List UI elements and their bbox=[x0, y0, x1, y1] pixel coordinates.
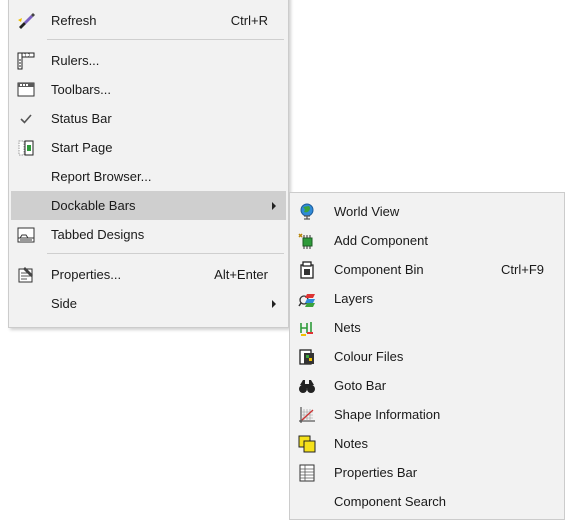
colour-files-icon bbox=[299, 349, 314, 365]
submenu-item-label: Goto Bar bbox=[334, 378, 387, 393]
view-menu: Refresh Ctrl+R 1 2 Rulers... Toolbars...… bbox=[8, 0, 289, 328]
properties-icon bbox=[18, 267, 33, 283]
menu-item-label: Dockable Bars bbox=[51, 198, 136, 213]
tabbed-designs-icon bbox=[17, 227, 35, 243]
shape-information-icon bbox=[299, 407, 315, 423]
submenu-arrow-icon bbox=[272, 300, 276, 308]
submenu-item-add-component[interactable]: Add Component bbox=[292, 226, 562, 255]
menu-separator bbox=[47, 39, 284, 40]
submenu-item-label: Colour Files bbox=[334, 349, 404, 364]
menu-item-side[interactable]: Side bbox=[11, 289, 286, 318]
menu-item-report-browser[interactable]: Report Browser... bbox=[11, 162, 286, 191]
submenu-item-properties-bar[interactable]: Properties Bar bbox=[292, 458, 562, 487]
layers-icon bbox=[298, 294, 315, 307]
submenu-item-label: Shape Information bbox=[334, 407, 441, 422]
menu-item-rulers[interactable]: 1 2 Rulers... bbox=[11, 46, 286, 75]
nets-icon bbox=[300, 322, 313, 336]
toolbars-icon bbox=[17, 82, 35, 97]
submenu-item-notes[interactable]: Notes bbox=[292, 429, 562, 458]
menu-item-label: Side bbox=[51, 296, 78, 311]
add-component-icon bbox=[298, 233, 313, 249]
submenu-item-label: Add Component bbox=[334, 233, 428, 248]
submenu-item-component-search[interactable]: Component Search bbox=[292, 487, 562, 516]
menu-item-status-bar[interactable]: Status Bar bbox=[11, 104, 286, 133]
menu-item-label: Status Bar bbox=[51, 111, 112, 126]
notes-icon bbox=[298, 435, 316, 453]
dockable-bars-submenu: World View Add Component Component Bin C… bbox=[289, 192, 565, 520]
submenu-item-colour-files[interactable]: Colour Files bbox=[292, 342, 562, 371]
menu-item-start-page[interactable]: Start Page bbox=[11, 133, 286, 162]
svg-text:1 2: 1 2 bbox=[24, 53, 31, 58]
refresh-brush-icon bbox=[18, 13, 35, 29]
menu-item-label: Rulers... bbox=[51, 53, 100, 68]
menu-item-label: Refresh bbox=[51, 13, 97, 28]
submenu-item-label: Layers bbox=[334, 291, 374, 306]
menu-item-properties[interactable]: Properties... Alt+Enter bbox=[11, 260, 286, 289]
submenu-item-shape-information[interactable]: Shape Information bbox=[292, 400, 562, 429]
submenu-arrow-icon bbox=[272, 202, 276, 210]
submenu-item-label: Nets bbox=[334, 320, 361, 335]
menu-item-label: Start Page bbox=[51, 140, 113, 155]
submenu-item-label: Properties Bar bbox=[334, 465, 418, 480]
menu-item-tabbed-designs[interactable]: Tabbed Designs bbox=[11, 220, 286, 249]
submenu-item-label: Notes bbox=[334, 436, 368, 451]
submenu-item-world-view[interactable]: World View bbox=[292, 197, 562, 226]
menu-separator bbox=[47, 253, 284, 254]
menu-item-shortcut: Ctrl+R bbox=[230, 13, 268, 28]
component-bin-icon bbox=[300, 261, 314, 279]
submenu-item-label: Component Bin bbox=[334, 262, 424, 277]
menu-item-label: Toolbars... bbox=[51, 82, 111, 97]
rulers-icon: 1 2 bbox=[17, 52, 35, 70]
menu-item-label: Properties... bbox=[51, 267, 122, 282]
menu-item-toolbars[interactable]: Toolbars... bbox=[11, 75, 286, 104]
submenu-item-component-bin[interactable]: Component Bin Ctrl+F9 bbox=[292, 255, 562, 284]
start-page-icon bbox=[18, 140, 34, 156]
submenu-item-shortcut: Ctrl+F9 bbox=[501, 262, 544, 277]
submenu-item-goto-bar[interactable]: Goto Bar bbox=[292, 371, 562, 400]
menu-item-refresh[interactable]: Refresh Ctrl+R bbox=[11, 6, 286, 35]
properties-bar-icon bbox=[299, 464, 315, 482]
submenu-item-label: Component Search bbox=[334, 494, 447, 509]
submenu-item-nets[interactable]: Nets bbox=[292, 313, 562, 342]
globe-icon bbox=[300, 203, 314, 220]
binoculars-icon bbox=[299, 380, 315, 393]
menu-item-label: Tabbed Designs bbox=[51, 227, 145, 242]
checkmark-icon bbox=[20, 114, 32, 124]
menu-item-shortcut: Alt+Enter bbox=[214, 267, 268, 282]
submenu-item-layers[interactable]: Layers bbox=[292, 284, 562, 313]
submenu-item-label: World View bbox=[334, 204, 400, 219]
menu-item-label: Report Browser... bbox=[51, 169, 152, 184]
menu-item-dockable-bars[interactable]: Dockable Bars bbox=[11, 191, 286, 220]
